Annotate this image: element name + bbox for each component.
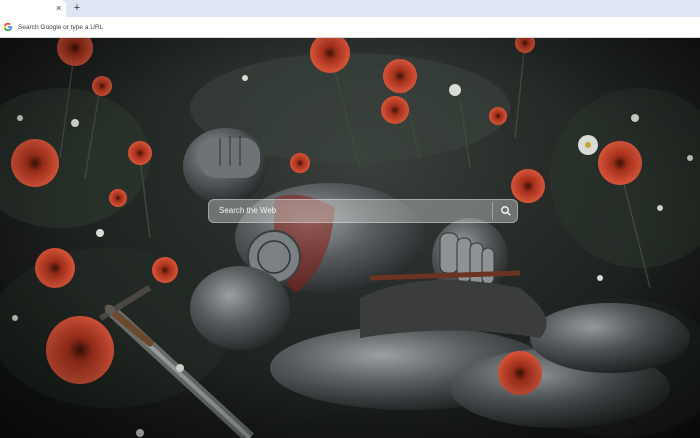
search-divider bbox=[492, 202, 493, 220]
search-box[interactable]: Search the Web bbox=[208, 199, 518, 223]
search-button[interactable] bbox=[496, 200, 516, 222]
tab-strip: × + bbox=[0, 0, 700, 17]
close-icon[interactable]: × bbox=[56, 1, 61, 15]
wallpaper-image bbox=[0, 38, 700, 438]
address-bar[interactable]: Search Google or type a URL bbox=[3, 19, 697, 35]
new-tab-page: Search the Web bbox=[0, 38, 700, 438]
active-tab[interactable]: × bbox=[0, 0, 66, 17]
new-tab-button[interactable]: + bbox=[71, 0, 83, 17]
magnifier-icon bbox=[501, 206, 511, 216]
google-g-icon bbox=[3, 22, 12, 32]
address-bar-placeholder: Search Google or type a URL bbox=[18, 23, 104, 31]
search-placeholder: Search the Web bbox=[219, 206, 277, 215]
toolbar: Search Google or type a URL bbox=[0, 17, 700, 38]
